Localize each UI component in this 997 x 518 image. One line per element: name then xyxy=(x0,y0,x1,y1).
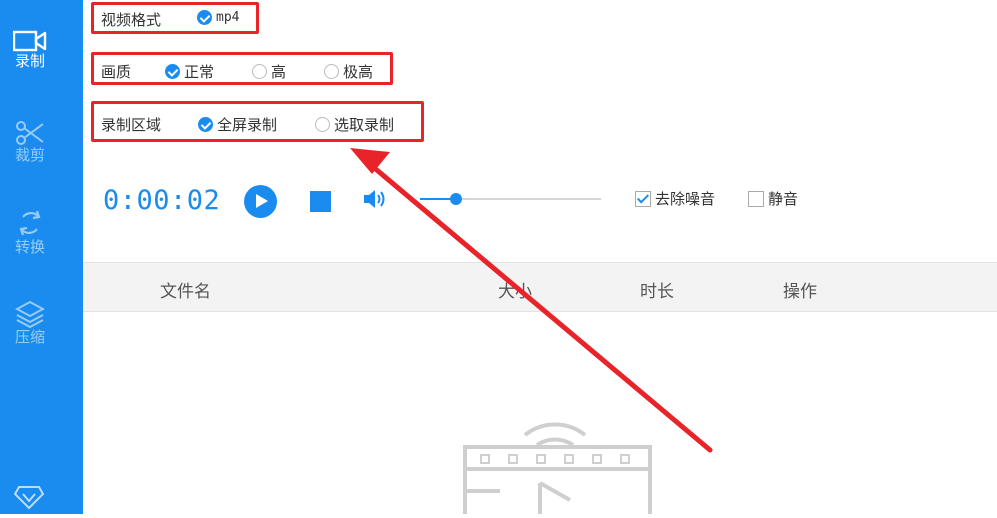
column-header-size[interactable]: 大小 xyxy=(498,277,532,302)
play-button[interactable] xyxy=(244,185,277,218)
scissors-icon xyxy=(16,121,44,145)
vip-diamond-icon[interactable] xyxy=(13,484,45,514)
volume-slider-handle[interactable] xyxy=(450,193,463,205)
sidebar-item-record[interactable]: 录制 xyxy=(0,30,60,69)
sidebar-item-trim[interactable]: 裁剪 xyxy=(0,120,60,163)
radio-checked-icon xyxy=(198,117,213,132)
quality-option-normal[interactable]: 正常 xyxy=(165,61,214,82)
sidebar-item-label: 转换 xyxy=(14,238,45,256)
area-option-select[interactable]: 选取录制 xyxy=(315,114,394,135)
area-label: 录制区域 xyxy=(101,116,162,134)
radio-icon xyxy=(252,64,267,79)
format-label: 视频格式 xyxy=(101,11,162,29)
sidebar-item-label: 录制 xyxy=(14,52,45,70)
volume-icon[interactable] xyxy=(362,188,388,214)
mute-checkbox[interactable]: 静音 xyxy=(748,188,798,209)
column-header-duration[interactable]: 时长 xyxy=(640,277,674,302)
quality-option-high[interactable]: 高 xyxy=(252,61,286,82)
radio-checked-icon xyxy=(165,64,180,79)
sidebar-item-label: 裁剪 xyxy=(14,146,45,164)
column-header-actions[interactable]: 操作 xyxy=(783,277,817,302)
sidebar-item-label: 压缩 xyxy=(14,328,45,346)
denoise-checkbox[interactable]: 去除噪音 xyxy=(635,188,715,209)
radio-icon xyxy=(324,64,339,79)
record-timer: 0:00:02 xyxy=(103,185,221,216)
area-option-fullscreen[interactable]: 全屏录制 xyxy=(198,114,277,135)
column-header-filename[interactable]: 文件名 xyxy=(160,277,211,302)
radio-icon xyxy=(315,117,330,132)
volume-slider[interactable] xyxy=(420,193,601,205)
format-option-mp4[interactable]: mp4 xyxy=(197,10,239,25)
stop-button[interactable] xyxy=(310,191,331,212)
checkbox-icon xyxy=(748,190,764,207)
layers-icon xyxy=(15,300,45,328)
radio-checked-icon xyxy=(197,10,212,25)
sidebar: 录制 裁剪 转换 压缩 xyxy=(0,0,83,514)
sidebar-item-compress[interactable]: 压缩 xyxy=(0,300,60,345)
empty-video-icon xyxy=(455,395,655,518)
quality-option-ultra[interactable]: 极高 xyxy=(324,61,373,82)
checkbox-checked-icon xyxy=(635,190,651,207)
video-camera-icon xyxy=(13,30,47,52)
file-table-header: 文件名 大小 时长 操作 xyxy=(83,262,997,312)
convert-arrows-icon xyxy=(19,210,41,236)
quality-label: 画质 xyxy=(101,63,132,81)
sidebar-item-convert[interactable]: 转换 xyxy=(0,208,60,255)
